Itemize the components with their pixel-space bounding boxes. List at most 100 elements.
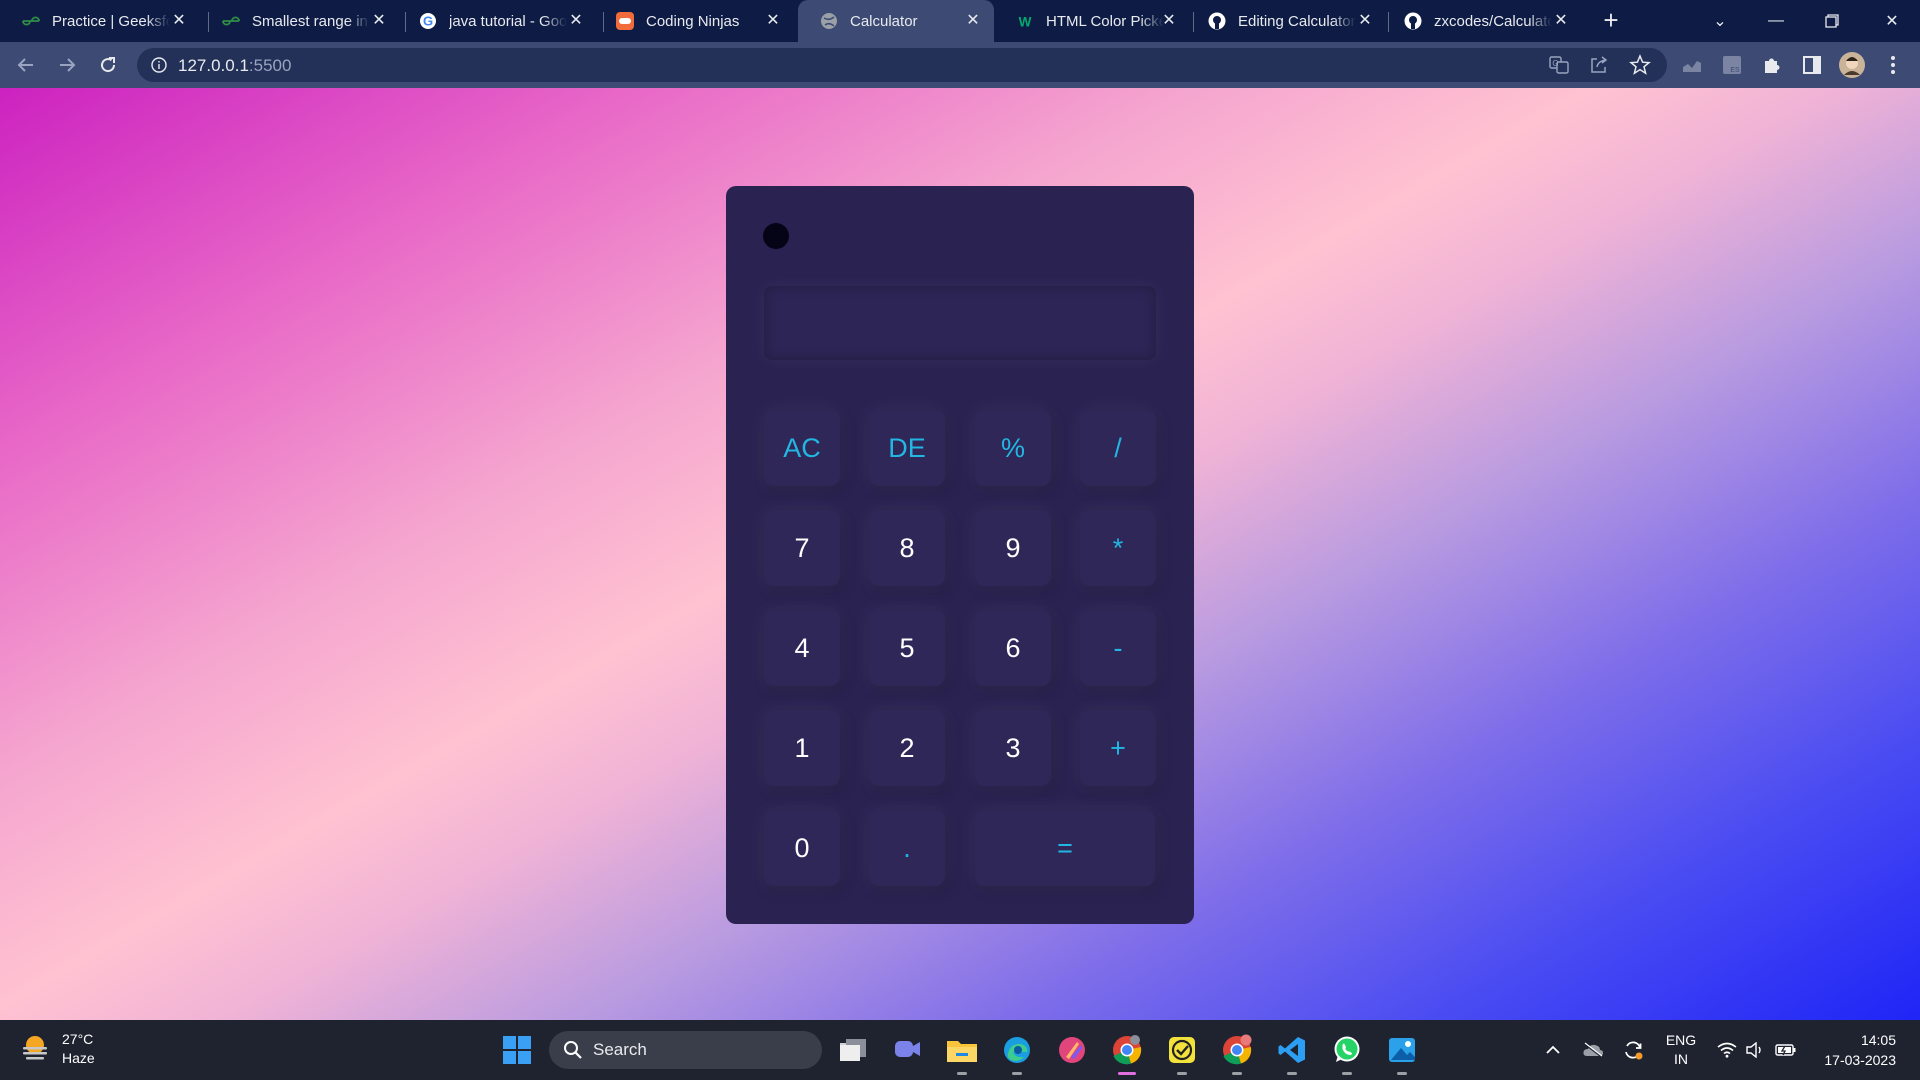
chrome-profile-icon[interactable] [1219,1032,1255,1075]
volume-icon[interactable] [1743,1020,1769,1080]
sticky-todo-icon[interactable] [1164,1032,1200,1075]
teams-chat-icon[interactable] [889,1032,925,1068]
new-tab-button[interactable]: + [1598,7,1624,34]
extension-metrics-icon[interactable] [1678,51,1706,79]
tab-title: HTML Color Picker [1046,12,1164,30]
tab-search-chevron-icon[interactable]: ⌄ [1692,0,1748,42]
onedrive-offline-icon[interactable] [1580,1020,1606,1080]
file-explorer-icon[interactable] [944,1032,980,1075]
key-9[interactable]: 9 [975,510,1051,586]
tab-title: Practice | GeeksforGeeks [52,12,170,30]
key-equals[interactable]: = [975,810,1155,886]
running-indicator [1397,1072,1407,1075]
reload-button[interactable] [94,51,122,79]
tab-smallest-range[interactable]: Smallest range in K lists ✕ [200,0,400,42]
key-6[interactable]: 6 [975,610,1051,686]
close-icon[interactable]: ✕ [964,12,982,30]
key-7[interactable]: 7 [764,510,840,586]
wifi-icon[interactable] [1714,1020,1740,1080]
svg-text:W: W [1019,14,1032,29]
forward-button[interactable] [53,51,81,79]
close-icon[interactable]: ✕ [764,12,782,30]
gfg-icon [22,12,40,30]
system-clock[interactable]: 14:05 17-03-2023 [1810,1030,1896,1070]
close-icon[interactable]: ✕ [1356,12,1374,30]
svg-text:G: G [1552,59,1558,68]
close-icon[interactable]: ✕ [170,12,188,30]
status-dot [763,223,789,249]
key-multiply[interactable]: * [1080,510,1156,586]
tab-html-color-picker[interactable]: W HTML Color Picker ✕ [994,0,1190,42]
taskbar-search[interactable]: Search [549,1031,822,1069]
edge-icon[interactable] [999,1032,1035,1075]
weather-text: 27°C Haze [62,1030,95,1068]
windows-taskbar: 27°C Haze Search ENG IN 14:05 17-03-2023 [0,1020,1920,1080]
calculator-display [764,286,1156,360]
tab-coding-ninjas[interactable]: Coding Ninjas ✕ [594,0,794,42]
key-delete[interactable]: DE [869,410,945,486]
postman-like-icon[interactable] [1054,1032,1090,1068]
key-percent[interactable]: % [975,410,1051,486]
key-0[interactable]: 0 [764,810,840,886]
weather-temp: 27°C [62,1031,94,1047]
chrome-menu-icon[interactable] [1879,51,1907,79]
sync-icon[interactable] [1620,1020,1646,1080]
key-clear-all[interactable]: AC [764,410,840,486]
vscode-icon[interactable] [1274,1032,1310,1075]
key-divide[interactable]: / [1080,410,1156,486]
search-label: Search [593,1040,647,1059]
back-button[interactable] [12,51,40,79]
url-port: :5500 [248,56,292,75]
translate-icon[interactable]: G [1549,55,1569,80]
address-bar[interactable]: 127.0.0.1:5500 G [137,48,1667,82]
info-icon[interactable] [151,57,167,78]
key-3[interactable]: 3 [975,710,1051,786]
photos-icon[interactable] [1384,1032,1420,1075]
close-icon[interactable]: ✕ [1160,12,1178,30]
show-hidden-icons-chevron-icon[interactable] [1541,1020,1565,1080]
running-indicator [1177,1072,1187,1075]
minimize-button[interactable]: — [1748,0,1804,42]
tab-strip: Practice | GeeksforGeeks ✕ Smallest rang… [0,0,1920,42]
close-icon[interactable]: ✕ [567,12,585,30]
close-icon[interactable]: ✕ [370,12,388,30]
restore-button[interactable] [1804,0,1860,42]
tab-editing-calculator[interactable]: Editing Calculator ✕ [1186,0,1386,42]
key-minus[interactable]: - [1080,610,1156,686]
extension-es-icon[interactable]: ES [1718,51,1746,79]
tab-calculator[interactable]: Calculator ✕ [798,0,994,42]
key-8[interactable]: 8 [869,510,945,586]
key-plus[interactable]: + [1080,710,1156,786]
running-indicator [1232,1072,1242,1075]
windows-start-icon[interactable] [499,1032,535,1068]
weather-widget[interactable]: 27°C Haze [20,1030,95,1068]
profile-avatar[interactable] [1838,51,1866,79]
tab-zxcodes-calculator[interactable]: zxcodes/Calculator ✕ [1382,0,1582,42]
key-5[interactable]: 5 [869,610,945,686]
language-indicator[interactable]: ENG IN [1660,1020,1702,1080]
close-window-button[interactable]: ✕ [1864,0,1920,42]
calculator: AC DE % / 7 8 9 * 4 5 6 - 1 2 3 + 0 . = [726,186,1194,924]
tab-title: java tutorial - Google Search [449,12,567,30]
key-1[interactable]: 1 [764,710,840,786]
tab-title: Coding Ninjas [646,12,740,30]
chrome-icon[interactable] [1109,1032,1145,1075]
key-4[interactable]: 4 [764,610,840,686]
tab-title: zxcodes/Calculator [1434,12,1552,30]
running-indicator [1012,1072,1022,1075]
active-indicator [1118,1072,1136,1075]
tab-practice-geeksforgeeks[interactable]: Practice | GeeksforGeeks ✕ [0,0,200,42]
battery-charging-icon[interactable] [1772,1020,1800,1080]
url-text: 127.0.0.1:5500 [178,56,291,76]
key-decimal[interactable]: . [869,810,945,886]
close-icon[interactable]: ✕ [1552,12,1570,30]
key-2[interactable]: 2 [869,710,945,786]
running-indicator [957,1072,967,1075]
share-icon[interactable] [1589,55,1609,80]
task-view-icon[interactable] [835,1032,871,1068]
bookmark-star-icon[interactable] [1629,54,1651,81]
whatsapp-icon[interactable] [1329,1032,1365,1075]
tab-java-tutorial[interactable]: G java tutorial - Google Search ✕ [397,0,597,42]
extensions-puzzle-icon[interactable] [1758,51,1786,79]
side-panel-icon[interactable] [1798,51,1826,79]
